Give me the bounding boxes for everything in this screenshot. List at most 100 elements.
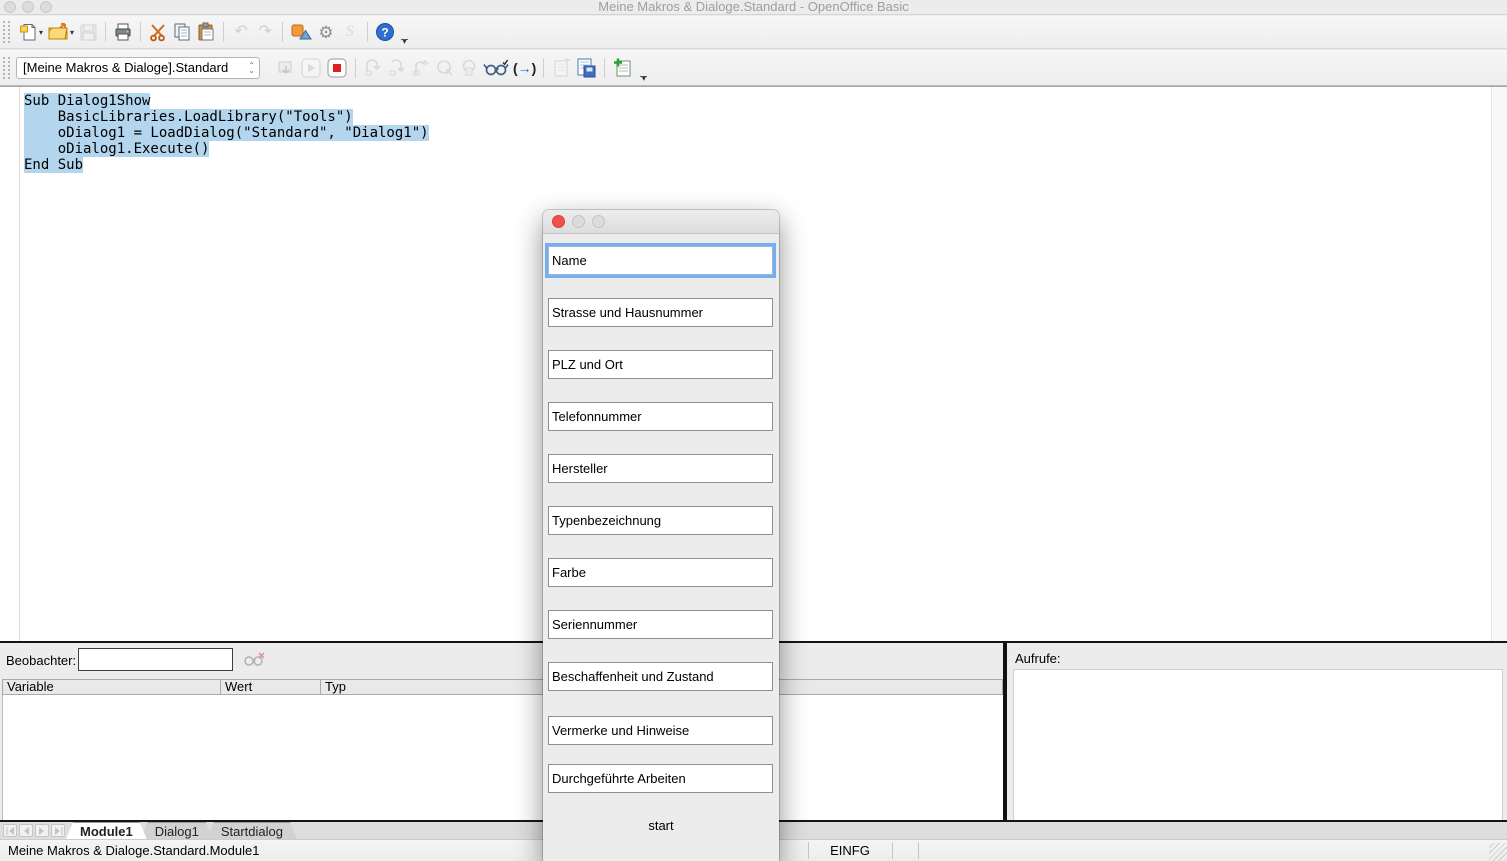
save-icon[interactable] xyxy=(76,19,100,45)
minimize-window-button[interactable] xyxy=(22,1,34,13)
redo-icon[interactable]: ↷ xyxy=(253,19,277,45)
next-tab-button[interactable] xyxy=(35,824,49,837)
settings-gear-icon[interactable]: ⚙ xyxy=(314,19,338,45)
breakpoint-gutter[interactable] xyxy=(0,87,20,641)
watch-table-header: Variable Wert Typ xyxy=(2,679,1003,695)
step-into-icon[interactable] xyxy=(385,55,409,81)
find-parentheses-icon[interactable]: (→) xyxy=(511,55,538,81)
toolbar-separator xyxy=(543,58,544,78)
step-out-icon[interactable] xyxy=(409,55,433,81)
start-button[interactable]: start xyxy=(543,818,779,833)
toolbar-separator xyxy=(223,22,224,42)
basic-ide-window: Meine Makros & Dialoge.Standard - OpenOf… xyxy=(0,0,1507,861)
toolbar-overflow-icon[interactable]: ▾ xyxy=(401,39,408,45)
compile-icon[interactable] xyxy=(274,55,298,81)
status-separator xyxy=(892,842,893,859)
zoom-window-button[interactable] xyxy=(40,1,52,13)
help-icon[interactable]: ? xyxy=(373,19,397,45)
field-beschaffenheit[interactable] xyxy=(548,662,773,691)
field-vermerke[interactable] xyxy=(548,716,773,745)
new-dropdown-icon[interactable]: ▾ xyxy=(39,28,43,37)
column-header-variable: Variable xyxy=(3,680,221,694)
field-name[interactable] xyxy=(548,246,773,275)
breakpoint-icon[interactable] xyxy=(433,55,457,81)
field-seriennummer[interactable] xyxy=(548,610,773,639)
enable-watch-icon[interactable] xyxy=(481,55,511,81)
copy-icon[interactable] xyxy=(170,19,194,45)
call-stack-panel: Aufrufe: xyxy=(1007,643,1507,820)
library-selector-value: [Meine Makros & Dialoge].Standard xyxy=(23,60,248,75)
field-telefonnummer[interactable] xyxy=(548,402,773,431)
dialog-zoom-button[interactable] xyxy=(592,215,605,228)
toolbar-drag-handle[interactable] xyxy=(3,21,10,43)
window-title: Meine Makros & Dialoge.Standard - OpenOf… xyxy=(0,0,1507,15)
basic-script-icon[interactable]: S xyxy=(338,19,362,45)
status-separator xyxy=(808,842,809,859)
toolbar-drag-handle[interactable] xyxy=(3,57,10,79)
close-window-button[interactable] xyxy=(4,1,16,13)
dialog-minimize-button[interactable] xyxy=(572,215,585,228)
macro-toolbar: [Meine Makros & Dialoge].Standard ⌃⌄ xyxy=(0,50,1507,86)
toolbar-separator xyxy=(355,58,356,78)
resize-grip-icon[interactable] xyxy=(1489,843,1507,861)
watch-input[interactable] xyxy=(78,648,233,671)
column-header-wert: Wert xyxy=(221,680,321,694)
tab-module1[interactable]: Module1 xyxy=(66,822,147,839)
watch-table-body[interactable] xyxy=(2,695,1003,820)
toolbar-separator xyxy=(105,22,106,42)
last-tab-button[interactable] xyxy=(51,824,65,837)
save-source-icon[interactable] xyxy=(573,55,599,81)
dialog-close-button[interactable] xyxy=(552,215,565,228)
manage-breakpoints-icon[interactable] xyxy=(457,55,481,81)
field-farbe[interactable] xyxy=(548,558,773,587)
status-separator xyxy=(918,842,919,859)
titlebar: Meine Makros & Dialoge.Standard - OpenOf… xyxy=(0,0,1507,15)
standard-toolbar: ▾ ▾ ↶ ↷ ⚙ S xyxy=(0,16,1507,49)
toolbar-separator xyxy=(282,22,283,42)
macro-dialog-window: start xyxy=(543,210,779,861)
stepper-icon[interactable]: ⌃⌄ xyxy=(248,63,255,73)
new-document-icon[interactable]: ▾ xyxy=(16,19,45,45)
toolbar-separator xyxy=(140,22,141,42)
undo-icon[interactable]: ↶ xyxy=(229,19,253,45)
toolbar-separator xyxy=(604,58,605,78)
field-arbeiten[interactable] xyxy=(548,764,773,793)
library-selector[interactable]: [Meine Makros & Dialoge].Standard ⌃⌄ xyxy=(16,57,260,79)
previous-tab-button[interactable] xyxy=(19,824,33,837)
tab-dialog1[interactable]: Dialog1 xyxy=(141,822,213,839)
field-typenbezeichnung[interactable] xyxy=(548,506,773,535)
cut-icon[interactable] xyxy=(146,19,170,45)
toolbar-overflow-icon[interactable]: ▾ xyxy=(640,76,647,82)
status-location: Meine Makros & Dialoge.Standard.Module1 xyxy=(8,843,259,858)
watch-panel: Beobachter: Variable Wert Typ xyxy=(0,643,1003,820)
insert-basic-source-icon[interactable] xyxy=(610,55,636,81)
step-over-icon[interactable] xyxy=(361,55,385,81)
field-strasse[interactable] xyxy=(548,298,773,327)
field-hersteller[interactable] xyxy=(548,454,773,483)
open-dropdown-icon[interactable]: ▾ xyxy=(70,28,74,37)
paste-icon[interactable] xyxy=(194,19,218,45)
open-icon[interactable]: ▾ xyxy=(45,19,76,45)
call-stack-list[interactable] xyxy=(1013,669,1503,820)
insert-module-icon[interactable] xyxy=(549,55,573,81)
calls-label: Aufrufe: xyxy=(1015,651,1061,666)
code-line: BasicLibraries.LoadLibrary("Tools") xyxy=(24,109,1487,125)
print-icon[interactable] xyxy=(111,19,135,45)
code-line: oDialog1.Execute() xyxy=(24,141,1487,157)
tab-startdialog[interactable]: Startdialog xyxy=(207,822,297,839)
watch-label: Beobachter: xyxy=(6,653,76,668)
first-tab-button[interactable] xyxy=(3,824,17,837)
toolbar-separator xyxy=(367,22,368,42)
editor-vertical-scrollbar[interactable] xyxy=(1491,87,1507,641)
status-insert-mode[interactable]: EINFG xyxy=(810,843,890,858)
code-line: oDialog1 = LoadDialog("Standard", "Dialo… xyxy=(24,125,1487,141)
stop-icon[interactable] xyxy=(324,55,350,81)
dialog-titlebar[interactable] xyxy=(543,210,779,234)
svg-text:?: ? xyxy=(381,26,388,40)
code-line: Sub Dialog1Show xyxy=(24,93,1487,109)
run-icon[interactable] xyxy=(298,55,324,81)
field-plz-ort[interactable] xyxy=(548,350,773,379)
select-macro-icon[interactable] xyxy=(288,19,314,45)
code-line: End Sub xyxy=(24,157,1487,173)
remove-watch-icon[interactable] xyxy=(242,649,264,669)
